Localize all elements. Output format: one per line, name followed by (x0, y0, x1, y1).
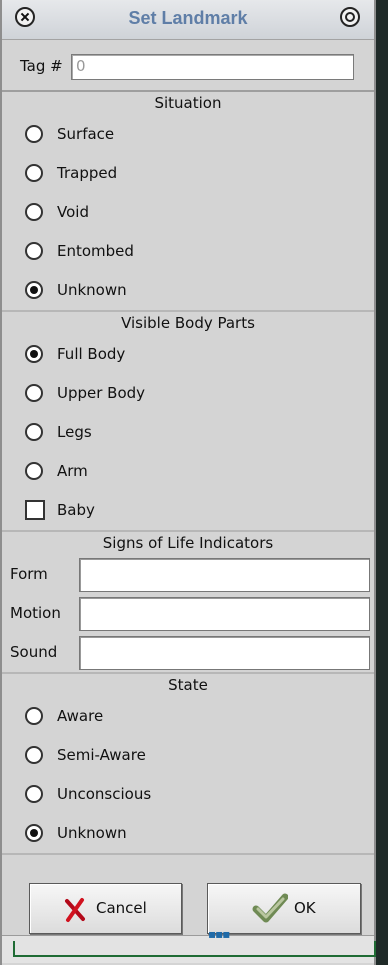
radio-button[interactable] (25, 203, 43, 221)
option-label: Full Body (57, 345, 126, 363)
situation-option-surface[interactable]: Surface (2, 115, 374, 154)
signs-motion-row: Motion (2, 594, 374, 633)
radio-button[interactable] (25, 242, 43, 260)
situation-title: Situation (154, 94, 222, 112)
option-label: Arm (57, 462, 88, 480)
option-label: Trapped (57, 164, 118, 182)
cancel-label: Cancel (96, 899, 147, 917)
signs-motion-input[interactable] (79, 597, 370, 631)
checkbox[interactable] (25, 500, 45, 520)
option-label: Aware (57, 707, 104, 725)
radio-button[interactable] (25, 125, 43, 143)
radio-button[interactable] (25, 785, 43, 803)
tag-row: Tag # 0 (2, 40, 374, 92)
signs-form-row: Form (2, 555, 374, 594)
option-label: Legs (57, 423, 92, 441)
radio-button[interactable] (25, 164, 43, 182)
signs-of-life-title: Signs of Life Indicators (102, 534, 274, 552)
cancel-button[interactable]: Cancel (29, 883, 182, 934)
radio-button[interactable] (25, 707, 43, 725)
signs-of-life-section: Signs of Life Indicators Form Motion Sou… (2, 532, 374, 674)
ok-icon (252, 893, 288, 923)
body-option-arm[interactable]: Arm (2, 452, 374, 491)
signs-form-label: Form (10, 565, 48, 583)
radio-button[interactable] (25, 746, 43, 764)
situation-option-void[interactable]: Void (2, 193, 374, 232)
set-landmark-dialog: Set Landmark Tag # 0 Situation Surface T… (0, 0, 376, 965)
option-label: Unconscious (57, 785, 152, 803)
body-option-upper-body[interactable]: Upper Body (2, 374, 374, 413)
tag-input[interactable]: 0 (71, 54, 354, 80)
baby-checkbox-row[interactable]: Baby (2, 491, 374, 530)
checkbox-label: Baby (57, 501, 95, 519)
state-option-semi-aware[interactable]: Semi-Aware (2, 736, 374, 775)
radio-button[interactable] (25, 345, 43, 363)
state-title: State (168, 676, 208, 694)
maximize-icon[interactable] (340, 7, 360, 27)
option-label: Unknown (57, 281, 127, 299)
visible-body-parts-title: Visible Body Parts (121, 314, 255, 332)
radio-button[interactable] (25, 384, 43, 402)
state-option-unknown[interactable]: Unknown (2, 814, 374, 853)
title-bar: Set Landmark (2, 0, 374, 40)
radio-button[interactable] (25, 281, 43, 299)
body-option-full-body[interactable]: Full Body (2, 335, 374, 374)
window-title: Set Landmark (128, 8, 248, 28)
radio-button[interactable] (25, 423, 43, 441)
state-section: State Aware Semi-Aware Unconscious Unkno… (2, 674, 374, 855)
signs-sound-input[interactable] (79, 636, 370, 670)
option-label: Semi-Aware (57, 746, 146, 764)
option-label: Upper Body (57, 384, 146, 402)
state-option-aware[interactable]: Aware (2, 697, 374, 736)
signs-motion-label: Motion (10, 604, 61, 622)
tag-label: Tag # (20, 57, 63, 75)
radio-button[interactable] (25, 462, 43, 480)
situation-option-trapped[interactable]: Trapped (2, 154, 374, 193)
situation-section: Situation Surface Trapped Void Entombed … (2, 92, 374, 312)
selection-outline (13, 941, 376, 957)
ok-label: OK (294, 899, 316, 917)
signs-form-input[interactable] (79, 558, 370, 592)
situation-option-unknown[interactable]: Unknown (2, 271, 374, 310)
option-label: Surface (57, 125, 115, 143)
body-option-legs[interactable]: Legs (2, 413, 374, 452)
option-label: Entombed (57, 242, 134, 260)
state-option-unconscious[interactable]: Unconscious (2, 775, 374, 814)
radio-button[interactable] (25, 824, 43, 842)
option-label: Void (57, 203, 89, 221)
ok-button[interactable]: OK (207, 883, 361, 934)
option-label: Unknown (57, 824, 127, 842)
signs-sound-row: Sound (2, 633, 374, 672)
situation-option-entombed[interactable]: Entombed (2, 232, 374, 271)
visible-body-parts-section: Visible Body Parts Full Body Upper Body … (2, 312, 374, 532)
signs-sound-label: Sound (10, 643, 58, 661)
cancel-icon (65, 898, 85, 922)
status-marker-icon: ▪▪▪ (208, 927, 230, 941)
dialog-content: Tag # 0 Situation Surface Trapped Void E… (2, 40, 374, 855)
